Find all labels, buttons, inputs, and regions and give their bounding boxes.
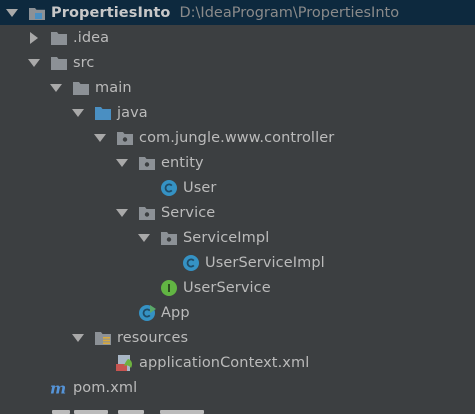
source-folder-icon [94, 104, 112, 122]
collapse-arrow-icon[interactable] [94, 132, 106, 144]
tree-node-label: User [183, 179, 217, 196]
tree-node[interactable]: ServiceImpl [0, 225, 475, 250]
folder-icon [72, 79, 90, 97]
interface-icon [160, 279, 178, 297]
tree-node[interactable]: User [0, 175, 475, 200]
tree-node-label: pom.xml [73, 379, 138, 396]
tree-node[interactable]: applicationContext.xml [0, 350, 475, 375]
expand-arrow-icon[interactable] [28, 31, 40, 44]
tree-node[interactable]: com.jungle.www.controller [0, 125, 475, 150]
tree-node-clipped [0, 407, 475, 414]
class-icon [182, 254, 200, 272]
spring-xml-icon [116, 354, 134, 372]
collapse-arrow-icon[interactable] [116, 157, 128, 169]
class-icon [160, 179, 178, 197]
tree-node-label: UserService [183, 279, 271, 296]
module-folder-icon [28, 4, 46, 22]
folder-icon [50, 54, 68, 72]
package-icon [160, 229, 178, 247]
project-tree: PropertiesInto D:\IdeaProgram\PropertiesI… [0, 0, 475, 414]
tree-node[interactable]: App [0, 300, 475, 325]
package-icon [138, 204, 156, 222]
collapse-arrow-icon[interactable] [72, 107, 84, 119]
collapse-arrow-icon[interactable] [138, 232, 150, 244]
tree-node[interactable]: entity [0, 150, 475, 175]
arrow-placeholder [28, 382, 40, 394]
tree-node-label: applicationContext.xml [139, 354, 310, 371]
tree-node-label: Service [161, 204, 216, 221]
tree-node[interactable]: resources [0, 325, 475, 350]
tree-node-label: src [73, 54, 95, 71]
tree-node[interactable]: m pom.xml [0, 375, 475, 400]
tree-node[interactable]: java [0, 100, 475, 125]
package-icon [138, 154, 156, 172]
clipped-text-fragment [52, 410, 70, 414]
tree-node[interactable]: Service [0, 200, 475, 225]
tree-node-label: PropertiesInto [51, 4, 171, 21]
clipped-text-fragment [160, 410, 204, 414]
svg-text:m: m [50, 379, 66, 397]
tree-node-label: UserServiceImpl [205, 254, 325, 271]
tree-node[interactable]: UserServiceImpl [0, 250, 475, 275]
tree-node-label: App [161, 304, 190, 321]
collapse-arrow-icon[interactable] [28, 57, 40, 69]
tree-node[interactable]: src [0, 50, 475, 75]
collapse-arrow-icon[interactable] [50, 82, 62, 94]
clipped-text-fragment [74, 410, 108, 414]
tree-node[interactable]: PropertiesInto D:\IdeaProgram\PropertiesI… [0, 0, 475, 25]
collapse-arrow-icon[interactable] [116, 207, 128, 219]
arrow-placeholder [116, 307, 128, 319]
project-path: D:\IdeaProgram\PropertiesInto [179, 4, 400, 21]
resources-folder-icon [94, 329, 112, 347]
tree-node-label: com.jungle.www.controller [139, 129, 335, 146]
clipped-text-fragment [118, 410, 144, 414]
tree-node[interactable]: UserService [0, 275, 475, 300]
tree-node-label: java [117, 104, 148, 121]
collapse-arrow-icon[interactable] [6, 7, 18, 19]
tree-node[interactable]: .idea [0, 25, 475, 50]
tree-node-label: ServiceImpl [183, 229, 270, 246]
tree-node-label: resources [117, 329, 189, 346]
package-icon [116, 129, 134, 147]
main-class-icon [138, 304, 156, 322]
tree-node[interactable]: main [0, 75, 475, 100]
arrow-placeholder [138, 182, 150, 194]
collapse-arrow-icon[interactable] [72, 332, 84, 344]
arrow-placeholder [94, 357, 106, 369]
arrow-placeholder [138, 282, 150, 294]
tree-node-label: entity [161, 154, 204, 171]
folder-icon [50, 29, 68, 47]
tree-node-label: main [95, 79, 132, 96]
maven-icon: m [50, 379, 68, 397]
tree-node-label: .idea [73, 29, 110, 46]
arrow-placeholder [160, 257, 172, 269]
